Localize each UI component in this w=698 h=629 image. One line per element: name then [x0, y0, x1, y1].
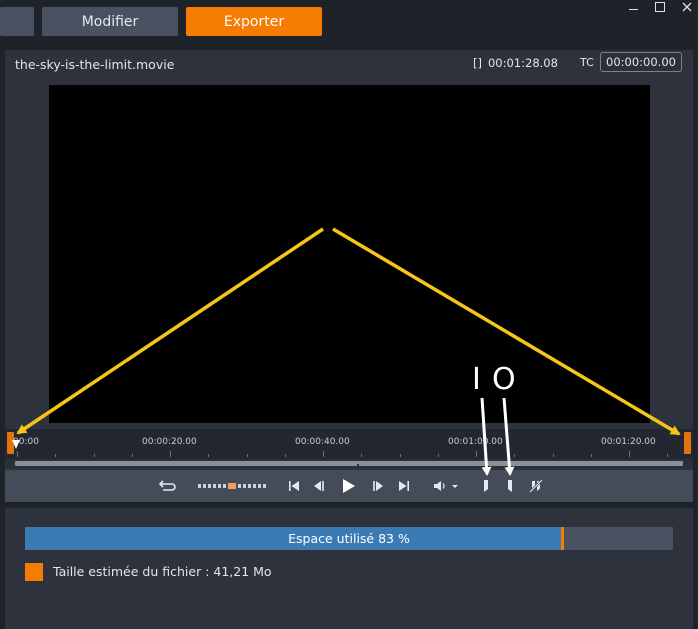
- shuttle-slider[interactable]: [197, 470, 267, 502]
- duration-icon: []: [473, 56, 482, 70]
- volume-icon[interactable]: [431, 470, 461, 502]
- timeline-minor-tick: [246, 454, 248, 457]
- file-name: the-sky-is-the-limit.movie: [15, 57, 175, 72]
- timeline-tick: [323, 451, 324, 457]
- minimize-icon[interactable]: [626, 0, 640, 14]
- play-icon[interactable]: [339, 470, 359, 502]
- annotation-label-out: O: [492, 362, 516, 397]
- duration-value: 00:01:28.08: [487, 56, 558, 70]
- tab-previous[interactable]: [0, 7, 34, 36]
- tab-modifier[interactable]: Modifier: [42, 7, 178, 36]
- step-forward-icon[interactable]: [369, 470, 387, 502]
- top-bar: Modifier Exporter: [0, 0, 698, 43]
- timeline-minor-tick: [437, 454, 439, 457]
- mark-out-icon[interactable]: [503, 470, 517, 502]
- transport-controls: [5, 470, 693, 502]
- timeline-minor-tick: [552, 454, 554, 457]
- timeline-minor-tick: [399, 454, 401, 457]
- timeline-minor-tick: [208, 454, 210, 457]
- tc-label: TC: [580, 56, 594, 69]
- annotation-label-in: I: [472, 362, 481, 397]
- trim-out-handle[interactable]: [684, 432, 691, 454]
- preview-panel: the-sky-is-the-limit.movie [] 00:01:28.0…: [5, 50, 693, 502]
- tab-exporter[interactable]: Exporter: [186, 7, 322, 36]
- go-to-end-icon[interactable]: [395, 470, 413, 502]
- timeline-tick: [170, 451, 171, 457]
- file-size-label: Taille estimée du fichier : 41,21 Mo: [53, 564, 272, 579]
- timecode-input[interactable]: 00:00:00.00: [600, 52, 682, 72]
- maximize-icon[interactable]: [653, 0, 667, 14]
- timeline-minor-tick: [131, 454, 133, 457]
- mark-in-icon[interactable]: [479, 470, 493, 502]
- timeline-tick: [629, 451, 630, 457]
- disk-space-label: Espace utilisé 83 %: [288, 531, 410, 546]
- export-info-panel: Espace utilisé 83 % Taille estimée du fi…: [5, 508, 693, 629]
- scrub-center-mark: [357, 464, 359, 466]
- timeline-tick: [476, 451, 477, 457]
- step-back-icon[interactable]: [310, 470, 328, 502]
- timeline-minor-tick: [361, 454, 363, 457]
- timeline-tick: [17, 451, 18, 457]
- video-preview[interactable]: [49, 85, 650, 423]
- timeline-minor-tick: [667, 454, 669, 457]
- close-icon[interactable]: [680, 0, 694, 14]
- scrub-track[interactable]: [15, 461, 683, 466]
- timeline-ruler[interactable]: 00:00 00:00:20.00 00:00:40.00 00:01:00.00 00…: [5, 429, 693, 459]
- disk-space-bar: Espace utilisé 83 %: [25, 527, 673, 550]
- timeline-minor-tick: [55, 454, 57, 457]
- timeline-tick-label: 00:01:20.00: [601, 437, 656, 447]
- timeline-tick-label: 00:01:00.00: [448, 437, 503, 447]
- duration-display: [] 00:01:28.08: [473, 56, 558, 70]
- timeline-tick-label: 00:00:20.00: [142, 437, 197, 447]
- clear-marks-icon[interactable]: [527, 470, 545, 502]
- go-to-start-icon[interactable]: [285, 470, 303, 502]
- timeline-minor-tick: [514, 454, 516, 457]
- playhead[interactable]: [12, 440, 20, 449]
- scrub-bar[interactable]: [5, 459, 693, 468]
- loop-icon[interactable]: [155, 470, 179, 502]
- timeline-minor-tick: [284, 454, 286, 457]
- timeline-tick-label: 00:00:40.00: [295, 437, 350, 447]
- file-size-swatch: [25, 563, 43, 581]
- timeline-minor-tick: [93, 454, 95, 457]
- timeline-minor-tick: [590, 454, 592, 457]
